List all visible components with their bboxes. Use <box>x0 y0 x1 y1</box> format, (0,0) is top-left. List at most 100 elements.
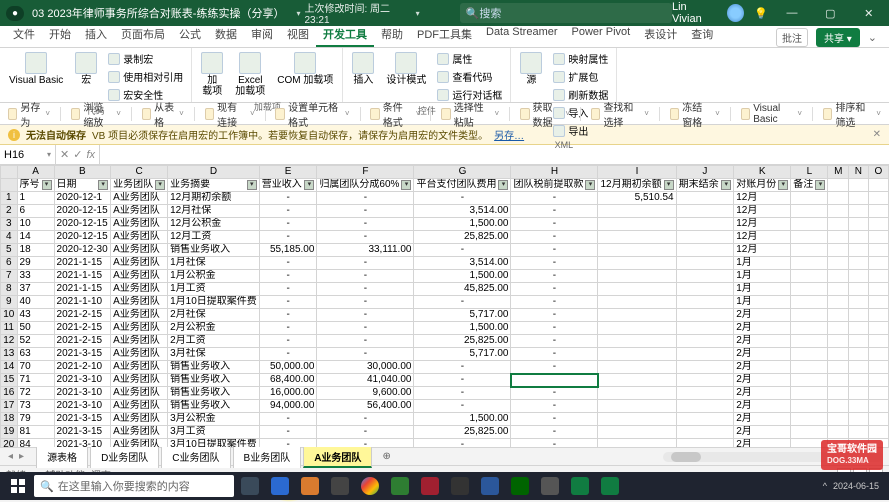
row-header[interactable]: 16 <box>1 387 18 400</box>
dropdown-icon[interactable]: ▾ <box>296 9 300 18</box>
cell[interactable]: 43 <box>17 309 54 322</box>
cell[interactable]: - <box>317 439 414 448</box>
cell[interactable]: - <box>511 244 598 257</box>
toolbar-button[interactable]: Visual Basic ˅ <box>741 103 802 125</box>
column-header[interactable]: H <box>511 166 598 179</box>
cell[interactable]: A业务团队 <box>111 244 168 257</box>
cell[interactable]: - <box>511 322 598 335</box>
cell[interactable] <box>676 309 734 322</box>
cell[interactable] <box>849 231 869 244</box>
row-header[interactable]: 6 <box>1 257 18 270</box>
filter-dropdown-icon[interactable]: ▾ <box>155 180 165 190</box>
sheet-tab[interactable]: 源表格 <box>36 446 88 468</box>
row-header[interactable]: 11 <box>1 322 18 335</box>
cell[interactable]: 6 <box>17 205 54 218</box>
cell[interactable]: A业务团队 <box>111 296 168 309</box>
toolbar-button[interactable]: 从表格 ˅ <box>142 99 184 129</box>
cell[interactable]: - <box>511 309 598 322</box>
row-header[interactable]: 4 <box>1 231 18 244</box>
cell[interactable] <box>676 283 734 296</box>
cell[interactable] <box>676 348 734 361</box>
row-header[interactable]: 3 <box>1 218 18 231</box>
cell[interactable]: 25,825.00 <box>414 426 511 439</box>
cell[interactable] <box>868 244 888 257</box>
cell[interactable]: 2月 <box>734 374 791 387</box>
sheet-tab[interactable]: D业务团队 <box>90 446 159 468</box>
cell[interactable]: A业务团队 <box>111 283 168 296</box>
cell[interactable]: 2021-2-15 <box>54 335 111 348</box>
cell[interactable] <box>791 309 828 322</box>
cell[interactable] <box>849 322 869 335</box>
filter-dropdown-icon[interactable]: ▾ <box>815 180 825 190</box>
cell[interactable] <box>791 244 828 257</box>
cell[interactable]: - <box>317 218 414 231</box>
cell[interactable] <box>676 231 734 244</box>
cell[interactable]: 70 <box>17 361 54 374</box>
cell[interactable] <box>791 335 828 348</box>
cell[interactable]: 2021-1-10 <box>54 296 111 309</box>
cell[interactable] <box>849 244 869 257</box>
ribbon-tab[interactable]: 查询 <box>684 23 720 47</box>
cell[interactable]: A业务团队 <box>111 218 168 231</box>
cell[interactable]: - <box>414 192 511 205</box>
ribbon-small-button[interactable]: 使用相对引用 <box>106 68 185 85</box>
ribbon-collapse-icon[interactable]: ⌄ <box>868 31 877 44</box>
cell[interactable]: - <box>511 192 598 205</box>
comments-button[interactable]: 批注 <box>776 28 808 47</box>
addins-button[interactable]: 加 载项 <box>198 50 226 99</box>
cell[interactable]: 3月工资 <box>168 426 260 439</box>
cell[interactable]: 3月10日提取案件费 <box>168 439 260 448</box>
cell[interactable]: - <box>317 283 414 296</box>
cell[interactable] <box>849 283 869 296</box>
cell[interactable] <box>598 309 676 322</box>
cell[interactable]: 10 <box>17 218 54 231</box>
cell[interactable]: - <box>414 400 511 413</box>
cell[interactable]: 5,510.54 <box>598 192 676 205</box>
cell[interactable]: A业务团队 <box>111 361 168 374</box>
ribbon-tab[interactable]: 开发工具 <box>316 23 374 47</box>
cell[interactable]: 2020-12-1 <box>54 192 111 205</box>
column-header[interactable]: J <box>676 166 734 179</box>
cell[interactable] <box>828 361 849 374</box>
minimize-button[interactable]: — <box>778 7 806 19</box>
cell[interactable] <box>676 413 734 426</box>
taskbar-app[interactable] <box>476 472 504 500</box>
cell[interactable]: - <box>259 270 317 283</box>
cell[interactable]: 2月工资 <box>168 335 260 348</box>
cell[interactable]: 2月 <box>734 400 791 413</box>
cell[interactable]: 1月 <box>734 257 791 270</box>
column-header[interactable]: L <box>791 166 828 179</box>
toolbar-button[interactable]: 获取数据 ˅ <box>520 99 570 129</box>
toolbar-button[interactable]: 冻结窗格 ˅ <box>670 99 720 129</box>
autosave-toggle[interactable]: ● <box>6 6 24 21</box>
column-header[interactable]: A <box>17 166 54 179</box>
cell[interactable]: 71 <box>17 374 54 387</box>
cell[interactable] <box>828 218 849 231</box>
filter-header[interactable]: 期末结余▾ <box>676 179 734 192</box>
row-header[interactable]: 2 <box>1 205 18 218</box>
cell[interactable]: - <box>511 348 598 361</box>
row-header[interactable]: 20 <box>1 439 18 448</box>
cell[interactable]: 2月 <box>734 387 791 400</box>
taskbar-app[interactable] <box>596 472 624 500</box>
cell[interactable]: 50 <box>17 322 54 335</box>
cell[interactable] <box>868 322 888 335</box>
cell[interactable] <box>676 361 734 374</box>
share-button[interactable]: 共享 ▾ <box>816 28 860 47</box>
dropdown-icon[interactable]: ▾ <box>416 9 420 18</box>
cell[interactable]: - <box>511 283 598 296</box>
enter-icon[interactable]: ✓ <box>73 148 82 161</box>
cell[interactable]: 1月社保 <box>168 257 260 270</box>
row-header[interactable]: 13 <box>1 348 18 361</box>
row-header[interactable]: 8 <box>1 283 18 296</box>
select-all-corner[interactable] <box>1 166 18 179</box>
cell[interactable]: - <box>511 296 598 309</box>
ribbon-small-button[interactable]: 查看代码 <box>435 68 504 85</box>
cell[interactable]: 1,500.00 <box>414 413 511 426</box>
filter-header[interactable]: 平台支付团队费用▾ <box>414 179 511 192</box>
ribbon-tab[interactable]: Data Streamer <box>479 23 565 47</box>
cell[interactable]: 30,000.00 <box>317 361 414 374</box>
cell[interactable]: 2021-3-15 <box>54 348 111 361</box>
cell[interactable]: A业务团队 <box>111 257 168 270</box>
macros-button[interactable]: 宏 <box>72 50 100 88</box>
